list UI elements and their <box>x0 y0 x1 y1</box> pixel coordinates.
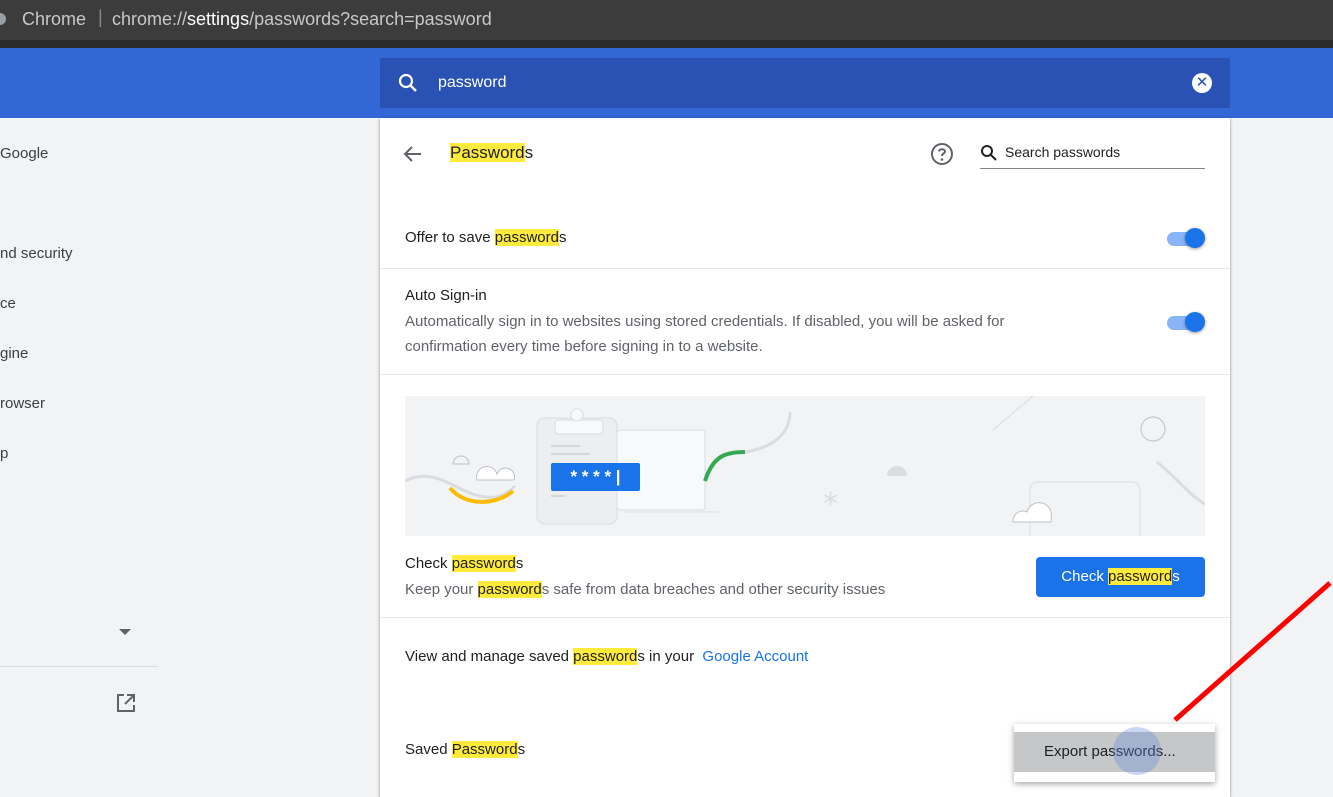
toolbar-strip <box>0 40 1333 48</box>
back-arrow-icon[interactable] <box>402 143 424 170</box>
passwords-card: Passwords Search passwords Offer to save… <box>380 118 1230 797</box>
settings-header: password ✕ <box>0 48 1333 118</box>
svg-text:*: * <box>823 487 838 522</box>
browser-name: Chrome <box>22 9 87 29</box>
sidebar-item-privacy-security[interactable]: nd security <box>0 245 73 262</box>
password-search-field[interactable]: Search passwords <box>980 142 1205 169</box>
sidebar: Google nd security ce gine rowser p <box>0 118 160 797</box>
separator: | <box>98 7 103 27</box>
sidebar-item-on-startup[interactable]: p <box>0 445 8 462</box>
saved-passwords-heading: Saved Passwords <box>405 741 526 758</box>
search-icon <box>980 144 998 167</box>
auto-signin-label: Auto Sign-in <box>405 287 487 304</box>
divider <box>380 617 1230 618</box>
open-in-new-icon[interactable] <box>115 692 137 719</box>
search-icon[interactable] <box>398 73 418 98</box>
check-passwords-title: Check passwords <box>405 555 524 572</box>
sidebar-item-search-engine[interactable]: gine <box>0 345 28 362</box>
url-text[interactable]: chrome://settings/passwords?search=passw… <box>112 9 492 30</box>
page-title: Passwords <box>450 143 534 162</box>
help-icon[interactable] <box>930 142 954 171</box>
divider <box>380 268 1230 269</box>
click-ripple <box>1113 727 1161 775</box>
clear-icon[interactable]: ✕ <box>1192 73 1212 93</box>
auto-signin-description: Automatically sign in to websites using … <box>405 313 1005 355</box>
caret-down-icon[interactable] <box>119 629 131 635</box>
settings-search-box[interactable]: password ✕ <box>380 58 1230 108</box>
check-passwords-description: Keep your passwords safe from data breac… <box>405 581 886 598</box>
offer-save-toggle[interactable] <box>1165 227 1205 249</box>
google-account-link[interactable]: Google Account <box>702 648 808 665</box>
sidebar-item-google[interactable]: Google <box>0 145 48 162</box>
check-passwords-illustration: * * * * * | <box>405 396 1205 536</box>
manage-passwords-text: View and manage saved passwords in your … <box>405 648 809 665</box>
password-search-input[interactable]: Search passwords <box>1005 144 1120 160</box>
sidebar-divider <box>0 666 158 667</box>
sidebar-item-default-browser[interactable]: rowser <box>0 395 45 412</box>
offer-save-label: Offer to save passwords <box>405 229 567 246</box>
divider <box>380 374 1230 375</box>
sidebar-item-appearance[interactable]: ce <box>0 295 16 312</box>
auto-signin-toggle[interactable] <box>1165 311 1205 333</box>
chrome-logo-icon <box>0 13 6 25</box>
settings-search-input[interactable]: password <box>438 74 506 92</box>
address-bar[interactable]: Chrome | chrome://settings/passwords?sea… <box>0 0 1333 40</box>
annotation-arrow <box>1173 581 1332 722</box>
masked-password-field: * * * * | <box>551 463 640 491</box>
